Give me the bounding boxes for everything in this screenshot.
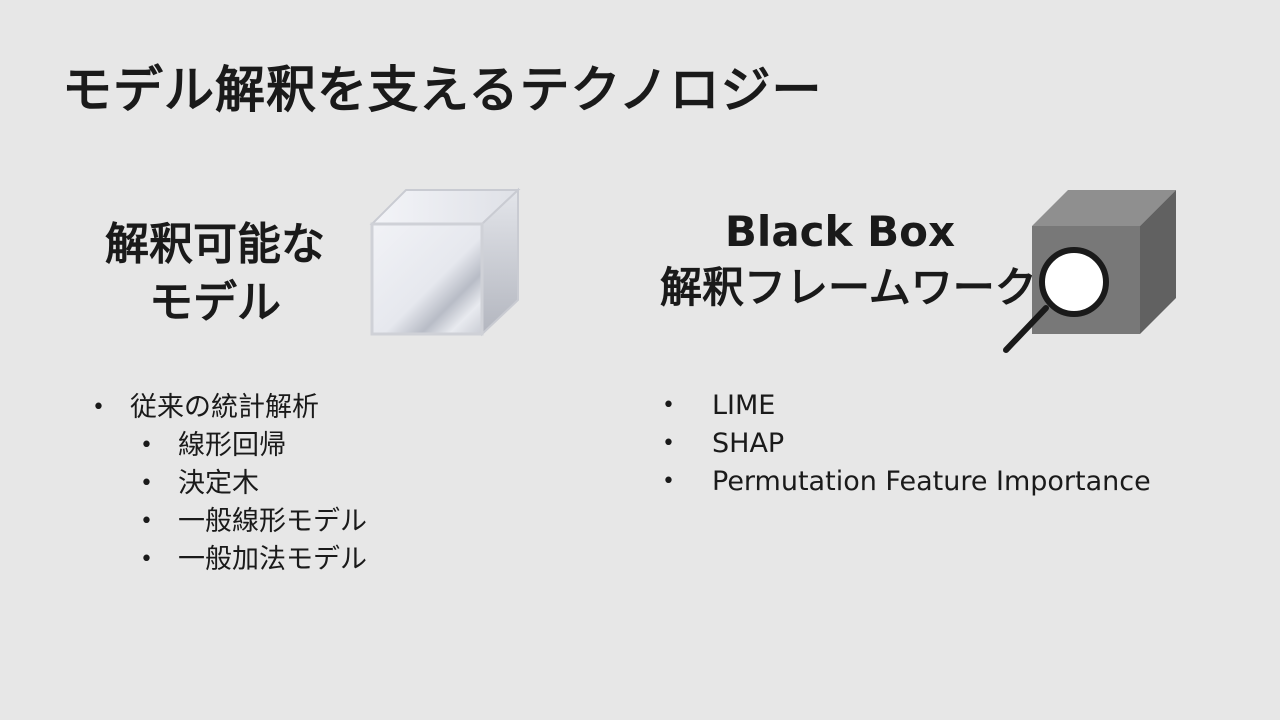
- interpretable-model-heading-line2: モデル: [149, 277, 281, 328]
- list-item-text: 一般加法モデル: [178, 544, 367, 575]
- list-item: • 決定木: [92, 465, 367, 503]
- list-item-text: LIME: [712, 390, 776, 421]
- list-item-text: 従来の統計解析: [130, 392, 319, 423]
- magnifier-lens: [1039, 247, 1109, 317]
- bullet-icon: •: [662, 431, 675, 456]
- black-box-magnifier-icon: [1003, 190, 1176, 353]
- interpretable-model-list: • 従来の統計解析 • 線形回帰 • 決定木 • 一般線形モデル • 一般加法モ…: [92, 389, 367, 579]
- bullet-icon: •: [140, 433, 153, 458]
- transparent-cube-icon: [369, 187, 521, 337]
- list-item: • 一般加法モデル: [92, 541, 367, 579]
- list-item-text: SHAP: [712, 428, 785, 459]
- slide-title: モデル解釈を支えるテクノロジー: [62, 61, 823, 119]
- black-box-framework-list: • LIME • SHAP • Permutation Feature Impo…: [662, 387, 1151, 501]
- interpretable-model-heading: 解釈可能な モデル: [70, 216, 360, 332]
- list-item-text: 決定木: [178, 468, 259, 499]
- bullet-icon: •: [140, 509, 153, 534]
- list-item: • SHAP: [662, 425, 1151, 463]
- black-box-heading-line1: Black Box: [724, 207, 956, 256]
- slide: モデル解釈を支えるテクノロジー 解釈可能な モデル • 従来の統計解析 • 線形…: [0, 0, 1280, 720]
- list-item-text: 線形回帰: [178, 430, 286, 461]
- bullet-icon: •: [140, 547, 153, 572]
- list-item: • LIME: [662, 387, 1151, 425]
- list-item: • 従来の統計解析: [92, 389, 367, 427]
- bullet-icon: •: [92, 395, 105, 420]
- black-box-heading-line2: 解釈フレームワーク: [660, 263, 1037, 312]
- list-item: • Permutation Feature Importance: [662, 463, 1151, 501]
- list-item-text: Permutation Feature Importance: [712, 466, 1151, 497]
- list-item: • 線形回帰: [92, 427, 367, 465]
- interpretable-model-heading-line1: 解釈可能な: [105, 219, 325, 270]
- bullet-icon: •: [662, 393, 675, 418]
- black-box-framework-heading: Black Box 解釈フレームワーク: [660, 204, 1037, 316]
- list-item-text: 一般線形モデル: [178, 506, 367, 537]
- bullet-icon: •: [662, 469, 675, 494]
- list-item: • 一般線形モデル: [92, 503, 367, 541]
- bullet-icon: •: [140, 471, 153, 496]
